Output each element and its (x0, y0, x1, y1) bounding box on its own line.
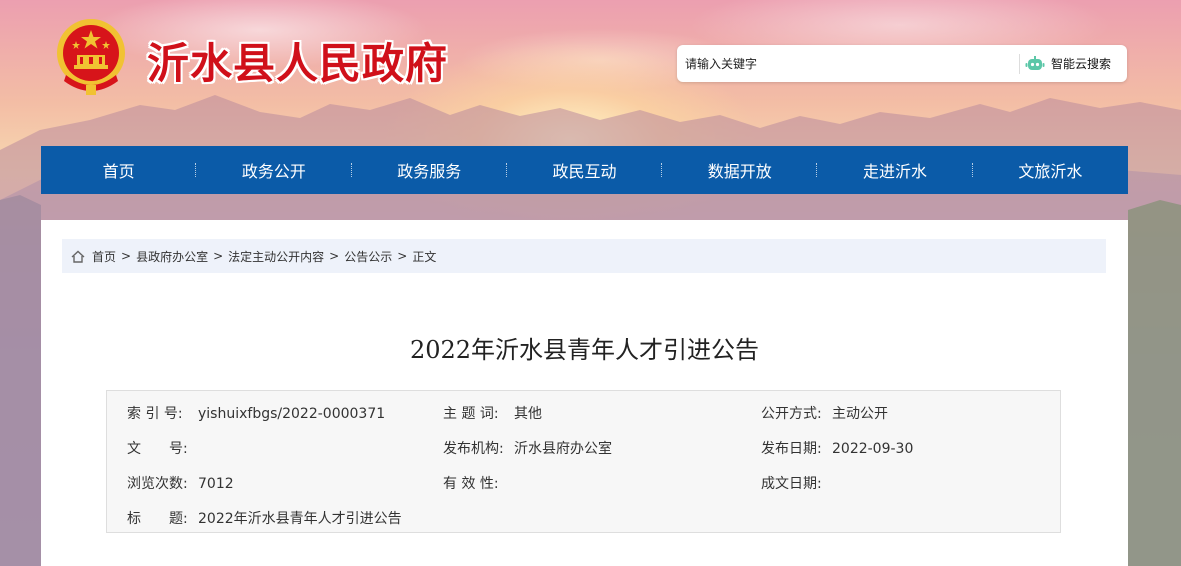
info-label: 主 题 词: (443, 406, 499, 422)
breadcrumb-home[interactable]: 首页 (92, 248, 116, 265)
search-divider (1019, 54, 1020, 74)
nav-item-home[interactable]: 首页 (41, 146, 197, 194)
info-value: 主动公开 (832, 406, 888, 422)
breadcrumb-separator: > (397, 249, 408, 263)
robot-icon (1025, 55, 1045, 70)
info-index: 索 引 号: yishuixfbgs/2022-0000371 (127, 403, 385, 423)
info-issuer: 发布机构: 沂水县府办公室 (443, 438, 612, 458)
info-label: 浏览次数: (127, 476, 188, 492)
breadcrumb-current: 正文 (412, 249, 437, 264)
breadcrumb-separator: > (213, 249, 224, 263)
smart-search-label: 智能云搜索 (1051, 57, 1112, 71)
info-doc-no: 文 号: (127, 438, 198, 458)
info-title: 标 题: 2022年沂水县青年人才引进公告 (127, 508, 402, 528)
site-header: 沂水县人民政府 智能云搜索 (0, 0, 1181, 146)
info-value: 7012 (198, 476, 234, 492)
info-label: 有 效 性: (443, 476, 499, 492)
info-created-date: 成文日期: (761, 473, 832, 493)
info-label: 标 题: (127, 511, 188, 527)
info-value: 2022-09-30 (832, 441, 914, 457)
breadcrumb: 首页 > 县政府办公室 > 法定主动公开内容 > 公告公示 > 正文 (62, 239, 1106, 273)
main-nav: 首页 政务公开 政务服务 政民互动 数据开放 走进沂水 文旅沂水 (41, 146, 1128, 194)
info-value: 其他 (514, 406, 542, 422)
nav-label: 走进沂水 (863, 162, 928, 181)
search-input[interactable] (677, 45, 1015, 82)
info-validity: 有 效 性: (443, 473, 514, 493)
info-label: 成文日期: (761, 476, 822, 492)
nav-label: 首页 (102, 162, 135, 181)
info-topic: 主 题 词: 其他 (443, 403, 542, 423)
nav-item-gov-services[interactable]: 政务服务 (352, 146, 507, 194)
nav-label: 政务服务 (397, 162, 462, 181)
home-icon (71, 250, 85, 263)
breadcrumb-county-office[interactable]: 县政府办公室 (136, 248, 208, 265)
info-label: 文 号: (127, 441, 188, 457)
article-title: 2022年沂水县青年人才引进公告 (409, 336, 760, 364)
nav-item-interaction[interactable]: 政民互动 (507, 146, 663, 194)
info-value: yishuixfbgs/2022-0000371 (198, 406, 386, 422)
breadcrumb-separator: > (121, 249, 132, 263)
site-title: 沂水县人民政府 (147, 39, 449, 88)
nav-label: 数据开放 (707, 162, 772, 181)
info-label: 发布机构: (443, 441, 504, 457)
info-open-mode: 公开方式: 主动公开 (761, 403, 888, 423)
nav-label: 政民互动 (552, 162, 617, 181)
info-label: 发布日期: (761, 441, 822, 457)
smart-search-button[interactable]: 智能云搜索 (1025, 45, 1127, 82)
info-publish-date: 发布日期: 2022-09-30 (761, 438, 913, 458)
breadcrumb-statutory-disclosure[interactable]: 法定主动公开内容 (228, 248, 324, 265)
nav-item-open-data[interactable]: 数据开放 (662, 146, 818, 194)
content-panel: 首页 > 县政府办公室 > 法定主动公开内容 > 公告公示 > 正文 2022年… (41, 220, 1128, 566)
document-info-box: 索 引 号: yishuixfbgs/2022-0000371 主 题 词: 其他 … (106, 390, 1061, 533)
nav-item-about-yishui[interactable]: 走进沂水 (817, 146, 973, 194)
info-label: 索 引 号: (127, 406, 183, 422)
nav-label: 文旅沂水 (1018, 162, 1083, 181)
nav-item-gov-affairs-open[interactable]: 政务公开 (196, 146, 352, 194)
search-box: 智能云搜索 (677, 45, 1127, 82)
breadcrumb-announcements[interactable]: 公告公示 (344, 248, 392, 265)
info-label: 公开方式: (761, 406, 822, 422)
info-views: 浏览次数: 7012 (127, 473, 234, 493)
info-value: 沂水县府办公室 (514, 441, 612, 457)
nav-item-culture-tourism[interactable]: 文旅沂水 (973, 146, 1128, 194)
info-value: 2022年沂水县青年人才引进公告 (198, 511, 402, 527)
nav-label: 政务公开 (241, 162, 306, 181)
breadcrumb-separator: > (329, 249, 340, 263)
national-emblem-icon (57, 19, 125, 95)
